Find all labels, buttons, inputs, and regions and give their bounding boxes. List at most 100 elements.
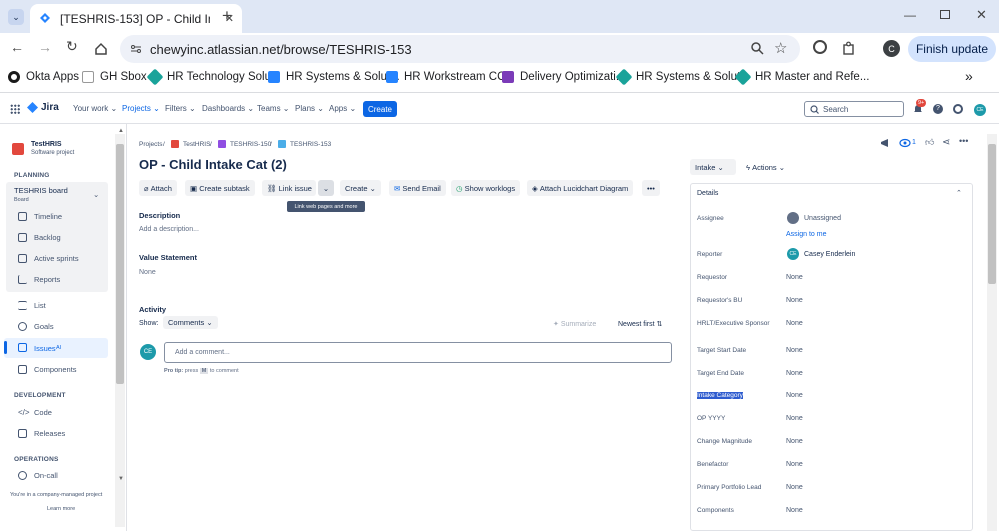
bookmark-okta[interactable]: Okta Apps <box>8 71 79 83</box>
forward-icon[interactable]: → <box>38 39 52 55</box>
sidebar-item-backlog[interactable]: Backlog <box>34 233 61 242</box>
nav-your-work[interactable]: Your work ⌄ <box>73 104 117 113</box>
sidebar-item-timeline[interactable]: Timeline <box>34 212 62 221</box>
summarize-button[interactable]: ✦ Summarize <box>553 320 596 328</box>
restore-icon[interactable] <box>940 10 950 19</box>
collapse-chevron-icon[interactable]: ⌃ <box>956 189 962 197</box>
bookmark-hr-master[interactable]: HR Master and Refe... <box>734 68 869 86</box>
minimize-icon[interactable]: — <box>904 8 916 22</box>
sidebar-item-list[interactable]: List <box>34 301 46 310</box>
main-scrollbar[interactable] <box>987 134 997 531</box>
bookmark-hr-workstream[interactable]: HR Workstream CC... <box>386 71 515 83</box>
watch-eye-icon[interactable] <box>899 138 911 148</box>
comment-input[interactable]: Add a comment... <box>164 342 672 363</box>
field-value[interactable]: None <box>786 392 803 399</box>
field-value[interactable]: None <box>786 347 803 354</box>
issue-title[interactable]: OP - Child Intake Cat (2) <box>139 157 287 172</box>
nav-apps[interactable]: Apps ⌄ <box>329 104 356 113</box>
value-statement-field[interactable]: None <box>139 269 156 276</box>
project-name[interactable]: TestHRIS <box>31 141 62 148</box>
extension-gear-icon[interactable] <box>813 40 827 54</box>
close-window-icon[interactable]: ✕ <box>976 7 987 23</box>
field-value[interactable]: None <box>786 507 803 514</box>
show-filter-dropdown[interactable]: Comments ⌄ <box>163 316 218 329</box>
profile-avatar[interactable]: C <box>883 40 900 57</box>
sidebar-item-on-call[interactable]: On-call <box>34 471 58 480</box>
send-email-button[interactable]: ✉ Send Email <box>389 180 446 196</box>
share-icon[interactable]: ⋖ <box>942 137 950 148</box>
breadcrumb-issue[interactable]: TESHRIS-153 <box>290 141 331 148</box>
back-icon[interactable]: ← <box>10 39 24 55</box>
field-value[interactable]: None <box>786 370 803 377</box>
nav-projects[interactable]: Projects ⌄ <box>122 104 160 113</box>
reporter-value[interactable]: Casey Enderlein <box>804 251 855 258</box>
more-options-icon[interactable]: ••• <box>959 136 968 146</box>
create-subtask-button[interactable]: ▣ Create subtask <box>185 180 255 196</box>
status-dropdown[interactable]: Intake ⌄ <box>690 159 736 175</box>
bookmark-gh-sbox[interactable]: GH Sbox <box>82 71 147 83</box>
breadcrumb-parent[interactable]: TESHRIS-150 <box>230 141 271 148</box>
reload-icon[interactable]: ↻ <box>66 38 78 55</box>
tab-list-icon[interactable]: ⌄ <box>8 9 24 25</box>
field-value[interactable]: None <box>786 438 803 445</box>
search-input[interactable]: Search <box>804 101 904 117</box>
actions-dropdown[interactable]: ϟ Actions ⌄ <box>746 163 785 172</box>
sidebar-item-code[interactable]: Code <box>34 408 52 417</box>
new-tab-icon[interactable]: + <box>222 6 232 26</box>
breadcrumb-project[interactable]: TestHRIS <box>183 141 210 148</box>
details-header[interactable]: Details <box>697 190 718 197</box>
show-worklogs-button[interactable]: ◷ Show worklogs <box>451 180 521 196</box>
attach-button[interactable]: ⌀ Attach <box>139 180 177 196</box>
thumbs-up-icon[interactable]: 👍︎ <box>925 137 934 148</box>
nav-dashboards[interactable]: Dashboards ⌄ <box>202 104 254 113</box>
extensions-puzzle-icon[interactable] <box>842 41 856 55</box>
link-issue-button[interactable]: ⛓ Link issue <box>262 180 316 196</box>
sidebar-item-reports[interactable]: Reports <box>34 275 60 284</box>
field-value[interactable]: None <box>786 274 803 281</box>
sidebar-item-components[interactable]: Components <box>34 365 77 374</box>
sidebar-item-active-sprints[interactable]: Active sprints <box>34 254 79 263</box>
link-dropdown-chevron-icon[interactable]: ⌄ <box>318 180 334 196</box>
field-value[interactable]: None <box>786 297 803 304</box>
bookmark-hr-systems-1[interactable]: HR Systems & Solut... <box>268 71 400 83</box>
bookmark-delivery[interactable]: Delivery Optimizati... <box>502 71 625 83</box>
bookmark-hr-systems-2[interactable]: HR Systems & Solut... <box>615 68 750 86</box>
assignee-value[interactable]: Unassigned <box>804 215 841 222</box>
sidebar-item-releases[interactable]: Releases <box>34 429 65 438</box>
scroll-down-icon[interactable]: ▼ <box>118 476 124 482</box>
site-info-icon[interactable] <box>130 43 142 55</box>
assign-to-me-link[interactable]: Assign to me <box>786 231 826 238</box>
create-dropdown-button[interactable]: Create ⌄ <box>340 180 381 196</box>
sidebar-item-goals[interactable]: Goals <box>34 322 54 331</box>
sort-button[interactable]: Newest first ⇅ <box>618 320 662 328</box>
sidebar-scrollbar[interactable] <box>115 134 125 527</box>
home-icon[interactable] <box>94 42 108 56</box>
app-switcher-icon[interactable] <box>10 104 20 114</box>
sidebar-item-issues[interactable]: Issues <box>34 344 56 353</box>
user-avatar[interactable]: CE <box>974 104 986 116</box>
description-field[interactable]: Add a description... <box>139 226 199 233</box>
field-value[interactable]: None <box>786 484 803 491</box>
nav-filters[interactable]: Filters ⌄ <box>165 104 196 113</box>
lucidchart-button[interactable]: ◈ Attach Lucidchart Diagram <box>527 180 634 196</box>
more-actions-icon[interactable]: ••• <box>642 180 660 196</box>
field-value[interactable]: None <box>786 415 803 422</box>
finish-update-button[interactable]: Finish update <box>908 36 996 62</box>
help-icon[interactable]: ? <box>933 104 943 114</box>
more-bookmarks-icon[interactable]: » <box>965 68 973 84</box>
breadcrumb-projects[interactable]: Projects <box>139 141 162 148</box>
bookmark-star-icon[interactable]: ☆ <box>774 39 787 57</box>
nav-plans[interactable]: Plans ⌄ <box>295 104 324 113</box>
sidebar-scroll-thumb[interactable] <box>116 144 124 384</box>
field-value[interactable]: None <box>786 320 803 327</box>
board-chevron-icon[interactable]: ⌄ <box>93 190 99 199</box>
learn-more-link[interactable]: Learn more <box>47 506 75 512</box>
jira-logo[interactable]: Jira <box>27 102 59 113</box>
bookmark-hr-technology[interactable]: HR Technology Solu... <box>146 68 281 86</box>
megaphone-icon[interactable] <box>880 138 892 148</box>
scroll-up-icon[interactable]: ▲ <box>118 128 124 134</box>
board-switcher[interactable]: TESHRIS board <box>14 186 68 195</box>
nav-teams[interactable]: Teams ⌄ <box>257 104 290 113</box>
main-scroll-thumb[interactable] <box>988 144 996 284</box>
create-button[interactable]: Create <box>363 101 397 117</box>
